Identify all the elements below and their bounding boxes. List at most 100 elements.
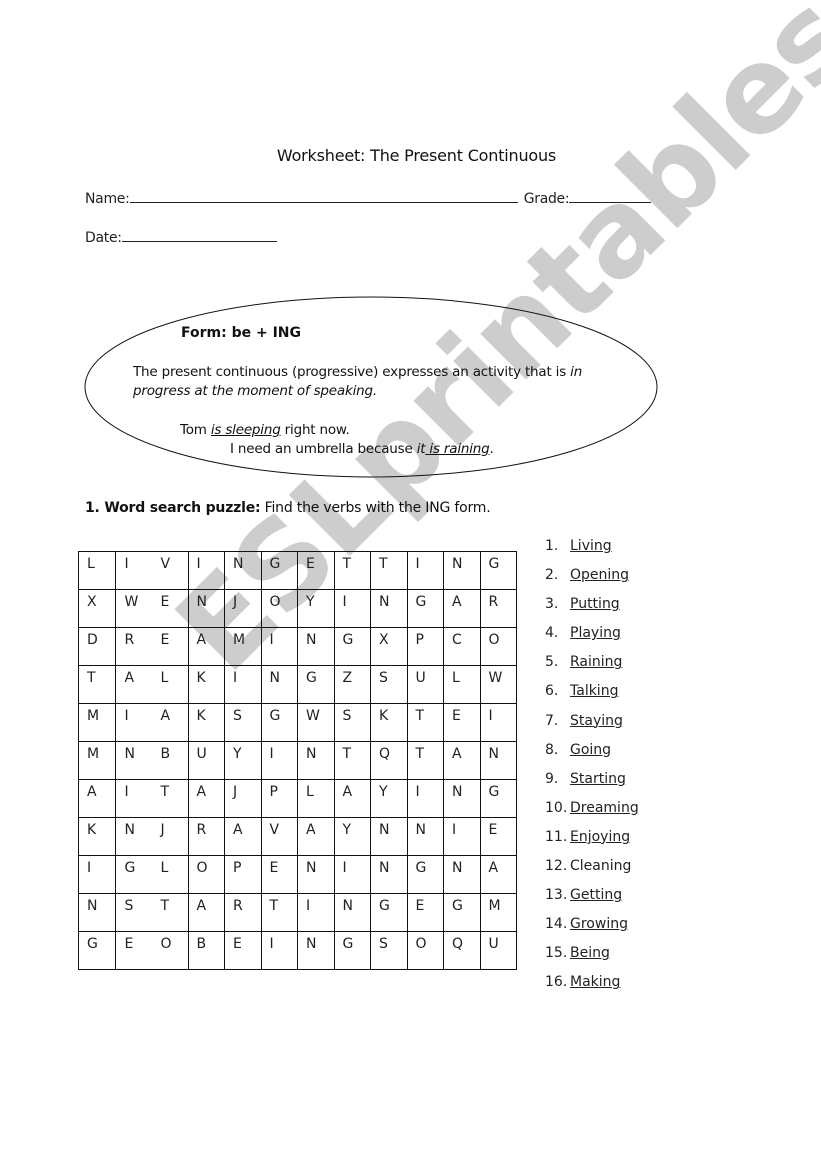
grade-blank-line[interactable] — [569, 189, 652, 203]
date-blank-line[interactable] — [121, 228, 277, 242]
grid-cell[interactable]: O — [260, 589, 298, 628]
grid-cell[interactable]: N — [297, 855, 335, 894]
grid-cell[interactable]: Q — [443, 931, 481, 970]
grid-cell[interactable]: I — [406, 779, 444, 818]
grid-cell[interactable]: M — [224, 627, 262, 666]
grid-cell[interactable]: N — [479, 741, 517, 780]
grid-cell[interactable]: C — [443, 627, 481, 666]
grid-cell[interactable]: S — [224, 703, 262, 742]
grid-cell[interactable]: E — [406, 893, 444, 932]
grid-cell[interactable]: P — [224, 855, 262, 894]
grid-cell-merged[interactable]: NJ — [114, 817, 189, 856]
grid-cell[interactable]: S — [333, 703, 371, 742]
grid-cell[interactable]: G — [297, 665, 335, 704]
name-field[interactable]: Name: Grade: — [85, 189, 652, 207]
grid-cell[interactable]: P — [260, 779, 298, 818]
grid-cell[interactable]: I — [260, 931, 298, 970]
grid-cell[interactable]: G — [370, 893, 408, 932]
grid-cell-merged[interactable]: WE — [114, 589, 189, 628]
grid-cell[interactable]: U — [406, 665, 444, 704]
grid-cell-merged[interactable]: NB — [114, 741, 189, 780]
grid-cell[interactable]: R — [224, 893, 262, 932]
grid-cell[interactable]: A — [443, 589, 481, 628]
grid-cell[interactable]: N — [443, 551, 481, 590]
grid-cell[interactable]: T — [78, 665, 116, 704]
grid-cell[interactable]: N — [370, 855, 408, 894]
grid-cell[interactable]: N — [370, 817, 408, 856]
grid-cell[interactable]: G — [406, 855, 444, 894]
grid-cell[interactable]: Y — [333, 817, 371, 856]
grid-cell[interactable]: P — [406, 627, 444, 666]
name-blank-line[interactable] — [129, 189, 518, 203]
grid-cell[interactable]: M — [78, 741, 116, 780]
grid-cell-merged[interactable]: AL — [114, 665, 189, 704]
grid-cell[interactable]: T — [333, 741, 371, 780]
grid-cell-merged[interactable]: ST — [114, 893, 189, 932]
grid-cell[interactable]: G — [479, 779, 517, 818]
date-field[interactable]: Date: — [85, 228, 277, 246]
grid-cell[interactable]: X — [370, 627, 408, 666]
grid-cell[interactable]: A — [443, 741, 481, 780]
grid-cell[interactable]: B — [187, 931, 225, 970]
grid-cell[interactable]: R — [187, 817, 225, 856]
grid-cell[interactable]: K — [187, 703, 225, 742]
grid-cell[interactable]: E — [224, 931, 262, 970]
grid-cell[interactable]: T — [406, 703, 444, 742]
grid-cell[interactable]: N — [370, 589, 408, 628]
grid-cell[interactable]: A — [479, 855, 517, 894]
grid-cell[interactable]: T — [260, 893, 298, 932]
grid-cell[interactable]: N — [78, 893, 116, 932]
grid-cell[interactable]: W — [479, 665, 517, 704]
grid-cell[interactable]: G — [260, 703, 298, 742]
grid-cell[interactable]: I — [333, 589, 371, 628]
grid-cell[interactable]: A — [187, 779, 225, 818]
grid-cell[interactable]: N — [224, 551, 262, 590]
grid-cell[interactable]: E — [443, 703, 481, 742]
grid-cell[interactable]: J — [224, 779, 262, 818]
grid-cell-merged[interactable]: IT — [114, 779, 189, 818]
grid-cell-merged[interactable]: GL — [114, 855, 189, 894]
grid-cell[interactable]: U — [187, 741, 225, 780]
grid-cell[interactable]: A — [297, 817, 335, 856]
grid-cell[interactable]: T — [333, 551, 371, 590]
grid-cell[interactable]: Q — [370, 741, 408, 780]
grid-cell[interactable]: E — [260, 855, 298, 894]
grid-cell[interactable]: Y — [370, 779, 408, 818]
grid-cell[interactable]: N — [187, 589, 225, 628]
grid-cell[interactable]: S — [370, 665, 408, 704]
grid-cell[interactable]: A — [78, 779, 116, 818]
grid-cell-merged[interactable]: IA — [114, 703, 189, 742]
grid-cell[interactable]: G — [260, 551, 298, 590]
grid-cell[interactable]: A — [224, 817, 262, 856]
grid-cell[interactable]: L — [443, 665, 481, 704]
grid-cell[interactable]: V — [260, 817, 298, 856]
grid-cell[interactable]: J — [224, 589, 262, 628]
grid-cell[interactable]: N — [443, 779, 481, 818]
grid-cell[interactable]: G — [78, 931, 116, 970]
grid-cell[interactable]: I — [479, 703, 517, 742]
grid-cell-merged[interactable]: EO — [114, 931, 189, 970]
grid-cell[interactable]: N — [333, 893, 371, 932]
grid-cell[interactable]: G — [443, 893, 481, 932]
grid-cell[interactable]: I — [224, 665, 262, 704]
grid-cell[interactable]: N — [406, 817, 444, 856]
grid-cell[interactable]: W — [297, 703, 335, 742]
grid-cell-merged[interactable]: IV — [114, 551, 189, 590]
grid-cell[interactable]: I — [187, 551, 225, 590]
grid-cell[interactable]: I — [443, 817, 481, 856]
grid-cell[interactable]: O — [187, 855, 225, 894]
grid-cell[interactable]: K — [78, 817, 116, 856]
grid-cell[interactable]: G — [406, 589, 444, 628]
grid-cell[interactable]: L — [78, 551, 116, 590]
grid-cell[interactable]: O — [406, 931, 444, 970]
grid-cell[interactable]: E — [479, 817, 517, 856]
grid-cell[interactable]: I — [333, 855, 371, 894]
grid-cell[interactable]: K — [370, 703, 408, 742]
grid-cell[interactable]: I — [406, 551, 444, 590]
grid-cell[interactable]: D — [78, 627, 116, 666]
grid-cell[interactable]: Z — [333, 665, 371, 704]
grid-cell[interactable]: I — [260, 741, 298, 780]
grid-cell[interactable]: N — [297, 741, 335, 780]
grid-cell[interactable]: I — [297, 893, 335, 932]
grid-cell[interactable]: N — [297, 627, 335, 666]
